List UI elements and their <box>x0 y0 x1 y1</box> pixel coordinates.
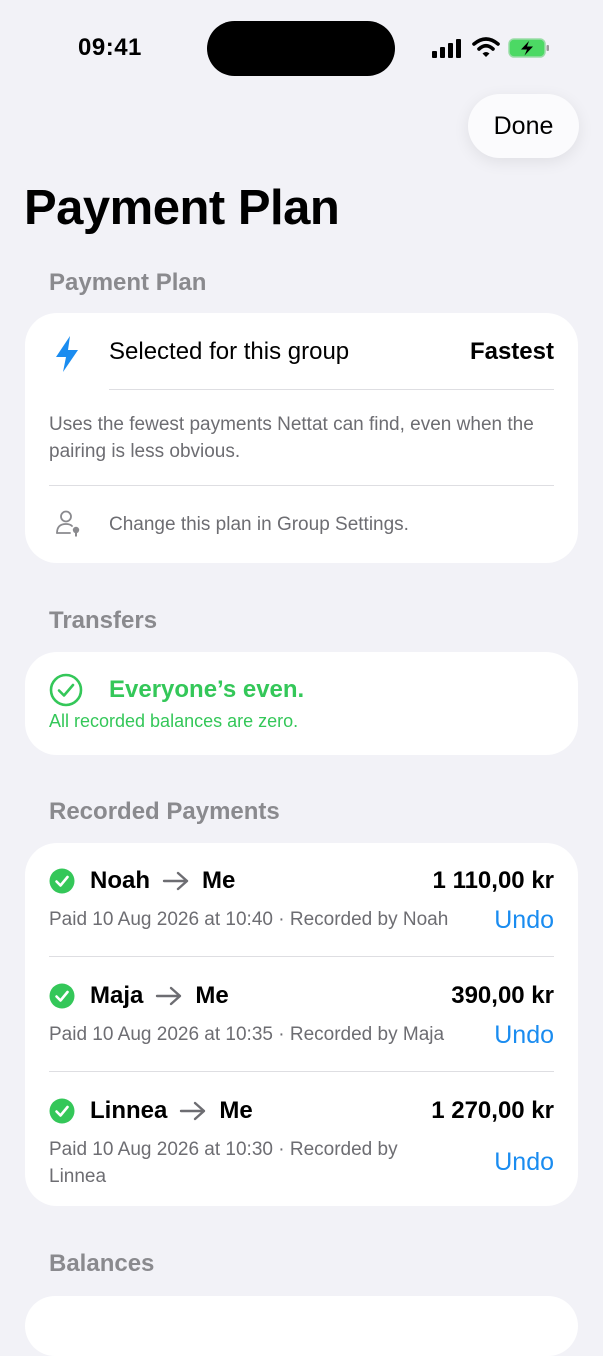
payment-from: Linnea <box>90 1097 168 1124</box>
payment-parties: Noah Me <box>90 867 235 895</box>
recorded-payments-card: Noah Me 1 110,00 kr Paid 10 Aug 2026 at … <box>25 843 578 1206</box>
arrow-right-icon <box>162 871 189 891</box>
section-header-transfers: Transfers <box>49 607 158 634</box>
wifi-icon <box>472 37 500 57</box>
done-button-label: Done <box>493 111 554 140</box>
transfers-status-subtitle: All recorded balances are zero. <box>49 711 299 731</box>
transfers-status-title: Everyone’s even. <box>109 676 305 703</box>
plan-settings-note: Change this plan in Group Settings. <box>109 514 409 535</box>
payment-parties: Linnea Me <box>90 1097 253 1125</box>
divider <box>109 389 554 390</box>
payment-meta: Paid 10 Aug 2026 at 10:40 · Recorded by … <box>49 909 449 930</box>
payment-plan-card: Selected for this group Fastest Uses the… <box>25 313 578 563</box>
payment-to: Me <box>202 867 236 894</box>
bolt-icon <box>56 336 78 372</box>
checkmark-filled-icon <box>49 983 75 1009</box>
payment-meta: Paid 10 Aug 2026 at 10:30 · Recorded by … <box>49 1139 398 1187</box>
payment-parties: Maja Me <box>90 982 229 1010</box>
undo-button[interactable]: Undo <box>494 1148 554 1177</box>
person-gear-icon <box>56 510 80 537</box>
section-header-payment-plan: Payment Plan <box>49 269 207 296</box>
page-title: Payment Plan <box>24 181 340 235</box>
payment-row: Linnea Me 1 270,00 kr Paid 10 Aug 2026 a… <box>25 1072 578 1206</box>
payment-row: Maja Me 390,00 kr Paid 10 Aug 2026 at 10… <box>25 957 578 1071</box>
payment-row: Noah Me 1 110,00 kr Paid 10 Aug 2026 at … <box>25 843 578 956</box>
plan-selected-label: Selected for this group <box>109 338 350 365</box>
arrow-right-icon <box>156 986 182 1006</box>
arrow-right-icon <box>180 1101 206 1121</box>
payment-amount: 1 110,00 kr <box>432 867 554 894</box>
status-time: 09:41 <box>78 34 142 61</box>
checkmark-filled-icon <box>49 868 75 894</box>
battery-charging-icon <box>508 38 549 58</box>
payment-amount: 390,00 kr <box>451 982 554 1009</box>
dynamic-island <box>207 21 395 76</box>
checkmark-filled-icon <box>49 1098 75 1124</box>
undo-button[interactable]: Undo <box>494 906 554 935</box>
status-bar: 09:41 <box>0 0 603 96</box>
payment-amount: 1 270,00 kr <box>431 1097 554 1124</box>
checkmark-circle-icon <box>49 673 83 707</box>
section-header-recorded-payments: Recorded Payments <box>49 798 280 825</box>
payment-to: Me <box>219 1097 253 1124</box>
payment-meta: Paid 10 Aug 2026 at 10:35 · Recorded by … <box>49 1024 445 1045</box>
plan-selected-value: Fastest <box>469 338 554 365</box>
balances-card <box>25 1296 578 1356</box>
payment-from: Noah <box>90 867 150 894</box>
transfers-card: Everyone’s even. All recorded balances a… <box>25 652 578 755</box>
payment-from: Maja <box>90 982 144 1009</box>
section-header-balances: Balances <box>49 1250 155 1277</box>
divider <box>49 485 554 486</box>
done-button[interactable]: Done <box>468 94 579 158</box>
undo-button[interactable]: Undo <box>494 1021 554 1050</box>
cellular-signal-icon <box>432 39 461 58</box>
plan-description: Uses the fewest payments Nettat can find… <box>49 414 534 462</box>
payment-to: Me <box>195 982 229 1009</box>
